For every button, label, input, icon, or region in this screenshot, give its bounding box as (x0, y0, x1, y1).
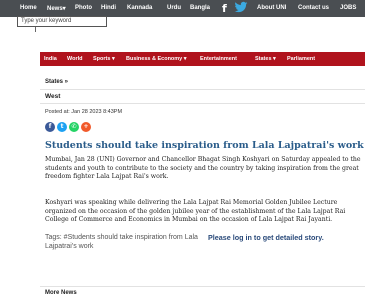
twitter-icon[interactable] (234, 1, 248, 14)
cat-parliament[interactable]: Parliament (287, 56, 315, 62)
more-share-icon[interactable]: + (81, 122, 91, 132)
cat-entertainment[interactable]: Entertainment (200, 56, 237, 62)
cat-states[interactable]: States ▾ (255, 56, 276, 62)
login-prompt-link[interactable]: Please log in to get detailed story. (208, 233, 324, 242)
article-paragraph: Mumbai, Jan 28 (UNI) Governor and Chance… (45, 156, 361, 181)
twitter-share-icon[interactable]: t (57, 122, 67, 132)
divider (40, 103, 365, 104)
nav-contact[interactable]: Contact us (298, 5, 329, 11)
nav-urdu[interactable]: Urdu (167, 5, 181, 11)
cat-business[interactable]: Business & Economy ▾ (126, 56, 187, 62)
divider (35, 27, 36, 32)
cat-sports[interactable]: Sports ▾ (93, 56, 115, 62)
cat-world[interactable]: World (67, 56, 82, 62)
facebook-icon[interactable]: f (222, 2, 227, 15)
breadcrumb-states[interactable]: States » (45, 79, 68, 85)
posted-timestamp: Posted at: Jan 28 2023 8:43PM (45, 109, 123, 115)
article-headline: Students should take inspiration from La… (45, 140, 364, 151)
divider (40, 89, 365, 90)
breadcrumb-west[interactable]: West (45, 93, 60, 100)
nav-home[interactable]: Home (20, 5, 37, 11)
divider (40, 286, 365, 287)
top-navigation-bar: Home News▾ Photo Hindi Kannada Urdu Bang… (0, 0, 365, 17)
facebook-share-icon[interactable]: f (45, 122, 55, 132)
article-paragraph: Koshyari was speaking while delivering t… (45, 199, 346, 224)
category-navigation-bar: India World Sports ▾ Business & Economy … (40, 52, 365, 66)
article-tags[interactable]: Tags: #Students should take inspiration … (45, 233, 205, 251)
whatsapp-share-icon[interactable]: ✆ (69, 122, 79, 132)
nav-jobs[interactable]: JOBS (340, 5, 356, 11)
nav-about[interactable]: About UNI (257, 5, 286, 11)
nav-photo[interactable]: Photo (75, 5, 92, 11)
nav-kannada[interactable]: Kannada (127, 5, 152, 11)
more-news-heading: More News (45, 290, 77, 296)
nav-news[interactable]: News▾ (47, 5, 66, 12)
nav-bangla[interactable]: Bangla (190, 5, 210, 11)
nav-hindi[interactable]: Hindi (101, 5, 116, 11)
search-input[interactable]: Type your keyword (17, 16, 107, 27)
cat-india[interactable]: India (44, 56, 57, 62)
